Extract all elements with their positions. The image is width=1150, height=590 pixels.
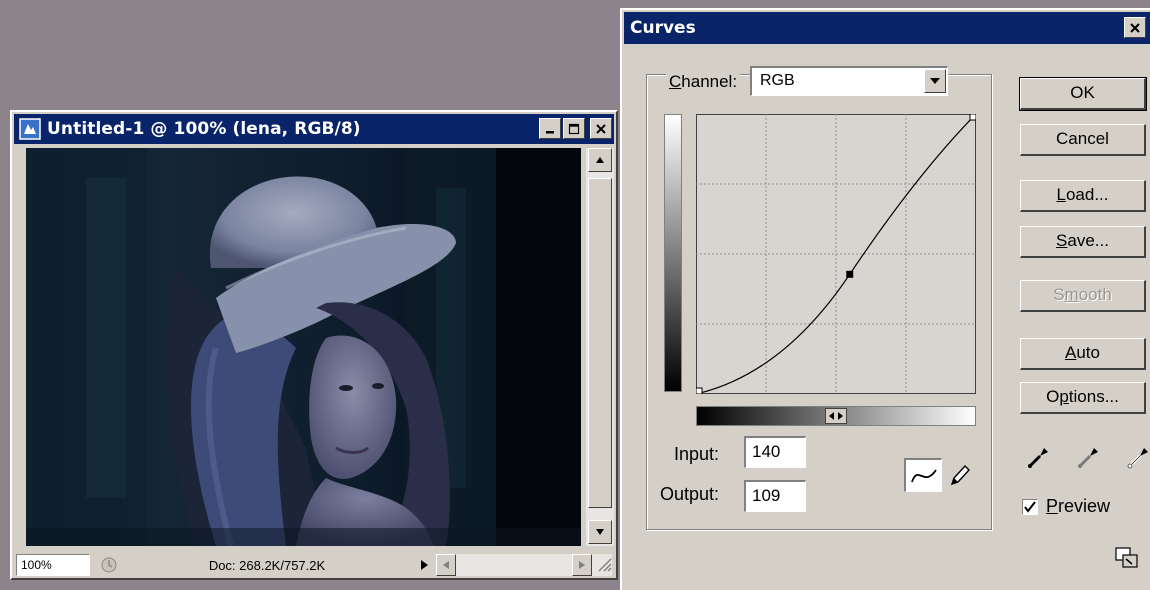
auto-button[interactable]: Auto bbox=[1020, 338, 1146, 370]
output-field[interactable]: 109 bbox=[744, 480, 806, 512]
scroll-right-button[interactable] bbox=[572, 554, 592, 576]
curve-endpoint-white[interactable] bbox=[969, 114, 976, 121]
zoom-field[interactable]: 100% bbox=[16, 554, 90, 576]
status-info-icon[interactable] bbox=[96, 554, 122, 576]
dropdown-button[interactable] bbox=[924, 69, 946, 93]
lena-photo bbox=[26, 148, 581, 546]
resize-grip-icon[interactable] bbox=[596, 556, 612, 572]
arrow-up-icon bbox=[596, 157, 604, 163]
document-titlebar[interactable]: Untitled-1 @ 100% (lena, RGB/8) bbox=[14, 114, 614, 144]
curves-titlebar[interactable]: Curves bbox=[624, 12, 1150, 44]
save-button[interactable]: Save... bbox=[1020, 226, 1146, 258]
maximize-icon bbox=[568, 123, 580, 134]
cancel-button[interactable]: Cancel bbox=[1020, 124, 1146, 156]
input-gradient-bar bbox=[696, 406, 976, 426]
scroll-down-button[interactable] bbox=[588, 520, 612, 544]
close-icon bbox=[596, 123, 606, 134]
curve-tool-button[interactable] bbox=[904, 458, 942, 492]
status-bar: 100% Doc: 268.2K/757.2K bbox=[16, 552, 612, 578]
gray-eyedropper-icon[interactable] bbox=[1076, 444, 1102, 470]
pencil-tool-button[interactable] bbox=[946, 460, 974, 490]
minimize-button[interactable] bbox=[539, 118, 561, 139]
document-title: Untitled-1 @ 100% (lena, RGB/8) bbox=[47, 119, 361, 139]
output-gradient-bar bbox=[664, 114, 682, 392]
minimize-icon bbox=[546, 130, 554, 133]
document-size: Doc: 268.2K/757.2K bbox=[208, 557, 326, 573]
arrow-right-icon bbox=[579, 561, 585, 569]
vertical-scrollbar[interactable] bbox=[586, 148, 614, 546]
image-canvas[interactable] bbox=[26, 148, 581, 546]
preview-checkbox[interactable] bbox=[1022, 498, 1038, 515]
preview-option[interactable]: Preview bbox=[1022, 496, 1110, 517]
smooth-button[interactable]: Smooth bbox=[1020, 280, 1146, 312]
preview-label: Preview bbox=[1046, 496, 1111, 516]
gradient-toggle-button[interactable] bbox=[825, 408, 847, 424]
options-button[interactable]: Options... bbox=[1020, 382, 1146, 414]
curve-endpoint-black[interactable] bbox=[696, 387, 703, 394]
curves-dialog: Curves Channel: RGB Input: 140 Output: 1… bbox=[620, 8, 1150, 590]
arrow-left-icon bbox=[443, 561, 449, 569]
input-field[interactable]: 140 bbox=[744, 436, 806, 468]
arrow-right-icon bbox=[421, 560, 428, 570]
close-icon bbox=[1130, 22, 1140, 33]
ok-button[interactable]: OK bbox=[1019, 77, 1147, 111]
black-eyedropper-icon[interactable] bbox=[1026, 444, 1052, 470]
arrow-down-icon bbox=[596, 529, 604, 535]
horizontal-scrollbar[interactable] bbox=[436, 554, 612, 576]
scroll-thumb[interactable] bbox=[588, 178, 612, 508]
channel-select[interactable]: RGB bbox=[750, 66, 948, 96]
document-window: Untitled-1 @ 100% (lena, RGB/8) 100% Doc… bbox=[10, 110, 618, 580]
channel-value: RGB bbox=[760, 72, 795, 89]
white-eyedropper-icon[interactable] bbox=[1126, 444, 1150, 470]
scroll-up-button[interactable] bbox=[588, 148, 612, 172]
load-button[interactable]: Load... bbox=[1020, 180, 1146, 212]
dialog-title: Curves bbox=[630, 18, 696, 38]
chevron-down-icon bbox=[930, 78, 940, 84]
curve-graph[interactable] bbox=[696, 114, 976, 394]
pencil-icon bbox=[950, 464, 970, 486]
swap-arrows-icon bbox=[829, 412, 843, 420]
status-menu-arrow[interactable] bbox=[414, 554, 434, 576]
photoshop-doc-icon bbox=[18, 117, 42, 141]
channel-label: Channel: bbox=[666, 72, 741, 92]
curve-tool-icon bbox=[910, 468, 937, 482]
close-button[interactable] bbox=[590, 118, 612, 139]
input-label: Input: bbox=[674, 444, 720, 464]
output-label: Output: bbox=[660, 484, 720, 504]
checkmark-icon bbox=[1024, 500, 1036, 513]
dialog-close-button[interactable] bbox=[1124, 17, 1146, 38]
curve-control-point[interactable] bbox=[846, 270, 854, 278]
scroll-left-button[interactable] bbox=[436, 554, 456, 576]
expand-view-icon[interactable] bbox=[1114, 546, 1140, 570]
maximize-button[interactable] bbox=[563, 118, 585, 139]
eyedropper-group bbox=[1026, 444, 1150, 470]
